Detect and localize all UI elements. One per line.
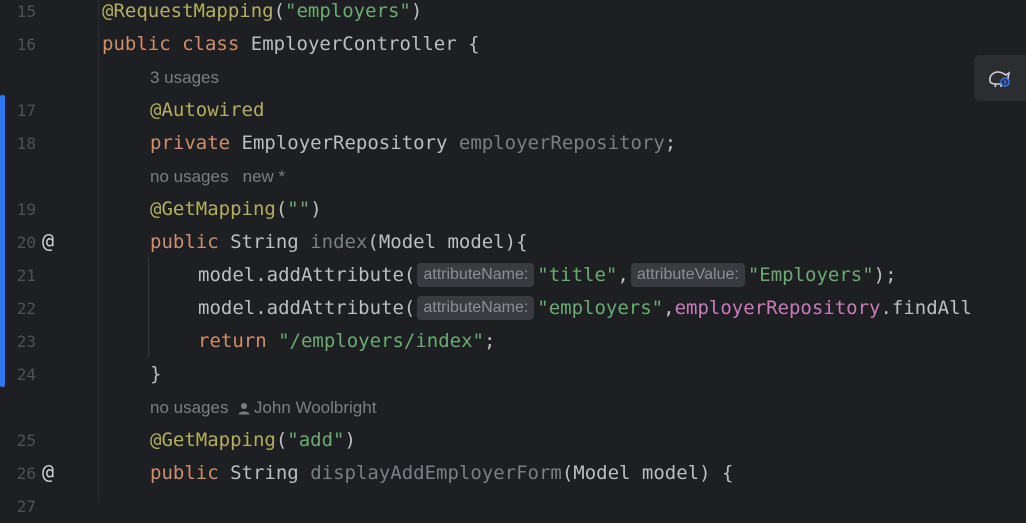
line-number: 23 <box>16 332 36 351</box>
ai-assistant-icon <box>989 71 1011 88</box>
line-number: 16 <box>16 35 36 54</box>
ai-assistant-button[interactable] <box>974 55 1026 101</box>
code-line-20[interactable]: public String index(Model model){ <box>150 226 528 259</box>
line-number: 19 <box>16 200 36 219</box>
code-lens-usages[interactable]: no usages new * <box>150 160 285 193</box>
code-line-17[interactable]: @Autowired <box>150 94 264 127</box>
code-line-26[interactable]: public String displayAddEmployerForm(Mod… <box>150 457 733 490</box>
line-number: 24 <box>16 365 36 384</box>
code-line-22[interactable]: model.addAttribute(attributeName: "employ… <box>198 292 972 325</box>
code-line-16[interactable]: public class EmployerController { <box>102 28 480 61</box>
endpoint-gutter-icon[interactable]: @ <box>42 225 54 258</box>
parameter-hint: attributeName: <box>417 263 535 287</box>
gutter-separator <box>98 0 99 501</box>
line-number: 27 <box>16 497 36 516</box>
code-lens-author[interactable]: new * <box>243 167 286 186</box>
code-line-23[interactable]: return "/employers/index"; <box>198 325 495 358</box>
indent-guide <box>148 257 149 357</box>
code-line-21[interactable]: model.addAttribute(attributeName: "title"… <box>198 259 897 292</box>
code-line-19[interactable]: @GetMapping("") <box>150 193 322 226</box>
code-line-18[interactable]: private EmployerRepository employerRepos… <box>150 127 676 160</box>
line-number: 21 <box>16 266 36 285</box>
person-icon <box>238 403 250 415</box>
line-number: 26 <box>16 464 36 483</box>
line-number: 25 <box>16 431 36 450</box>
code-lens-usages[interactable]: no usages John Woolbright <box>150 391 376 424</box>
code-lens-usages[interactable]: 3 usages <box>150 61 219 94</box>
line-number: 17 <box>16 101 36 120</box>
code-line-24[interactable]: } <box>150 358 161 391</box>
line-number: 18 <box>16 134 36 153</box>
code-lens-author[interactable]: John Woolbright <box>238 398 376 417</box>
line-number: 15 <box>16 2 36 21</box>
endpoint-gutter-icon[interactable]: @ <box>42 456 54 489</box>
code-line-15[interactable]: @RequestMapping("employers") <box>102 0 422 28</box>
code-line-25[interactable]: @GetMapping("add") <box>150 424 356 457</box>
parameter-hint: attributeName: <box>417 296 535 320</box>
line-number: 20 <box>16 233 36 252</box>
line-number: 22 <box>16 299 36 318</box>
parameter-hint: attributeValue: <box>630 263 745 287</box>
